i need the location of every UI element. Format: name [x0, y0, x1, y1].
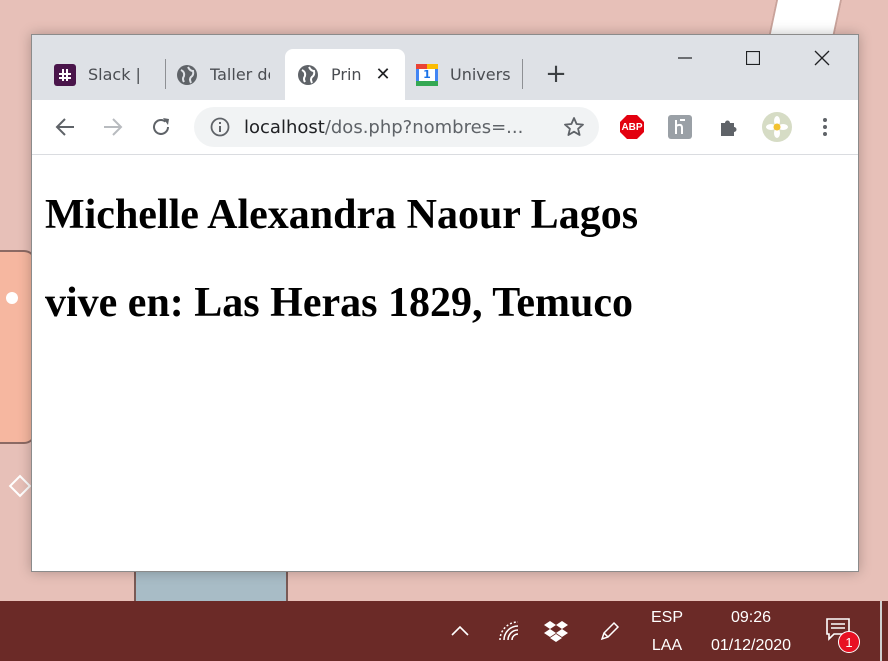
maximize-icon — [746, 51, 760, 65]
taskbar: ESP LAA 09:26 01/12/2020 1 — [0, 601, 888, 661]
desktop-paper-decoration — [767, 0, 843, 38]
calendar-icon-number: 1 — [423, 68, 431, 81]
globe-icon — [176, 64, 198, 86]
url-path: /dos.php?nombres=... — [324, 116, 524, 138]
dropbox-button[interactable] — [544, 619, 568, 643]
close-window-button[interactable] — [799, 43, 845, 73]
tab-label: Slack | C — [88, 65, 144, 84]
reload-icon — [153, 118, 169, 135]
adblock-extension-button[interactable]: ABP — [617, 112, 647, 142]
address-bar[interactable]: localhost/dos.php?nombres=... — [194, 107, 599, 147]
arrow-left-icon — [55, 118, 74, 136]
heading-address: vive en: Las Heras 1829, Temuco — [45, 280, 633, 326]
tab-label: Univers — [450, 65, 510, 84]
minimize-button[interactable] — [662, 43, 708, 73]
pen-menu-button[interactable] — [598, 619, 622, 643]
wifi-icon — [499, 621, 519, 641]
extension-icon — [668, 115, 692, 139]
notification-badge: 1 — [838, 631, 860, 653]
page-content: Michelle Alexandra Naour Lagos vive en: … — [32, 155, 858, 571]
url-host: localhost — [244, 116, 325, 138]
calendar-icon: 1 — [416, 63, 438, 86]
info-icon[interactable] — [210, 117, 230, 137]
browser-window: Slack | C Taller de Prin ✕ — [31, 34, 859, 572]
tab-strip: Slack | C Taller de Prin ✕ — [32, 35, 858, 100]
close-icon — [814, 50, 830, 66]
clock-date[interactable]: 01/12/2020 — [700, 637, 802, 655]
heading-name: Michelle Alexandra Naour Lagos — [45, 192, 639, 238]
show-desktop-edge[interactable] — [880, 601, 882, 661]
dropbox-icon — [544, 621, 568, 642]
pen-icon — [600, 621, 620, 641]
minimize-icon — [678, 57, 692, 59]
extension-button[interactable] — [665, 112, 695, 142]
tab-taller[interactable]: Taller de — [176, 49, 286, 100]
tab-active[interactable]: Prin ✕ — [285, 49, 405, 100]
globe-icon — [297, 64, 319, 86]
extensions-puzzle-button[interactable] — [714, 112, 744, 142]
desktop-sparkle-decoration — [8, 474, 32, 498]
kebab-menu-icon — [823, 118, 827, 136]
slack-icon — [54, 63, 76, 86]
menu-button[interactable] — [810, 112, 840, 142]
tab-separator — [165, 59, 166, 89]
chevron-up-icon — [451, 625, 469, 636]
network-button[interactable] — [497, 619, 521, 643]
language-indicator-top[interactable]: ESP — [646, 609, 688, 627]
reload-button[interactable] — [146, 112, 176, 142]
avatar-flower-icon — [762, 112, 792, 142]
new-tab-button[interactable]: + — [544, 59, 568, 89]
profile-avatar[interactable] — [762, 112, 792, 142]
browser-toolbar: localhost/dos.php?nombres=... ABP — [32, 100, 858, 155]
tab-slack[interactable]: Slack | C — [54, 49, 164, 100]
language-indicator-bottom[interactable]: LAA — [646, 637, 688, 655]
maximize-button[interactable] — [730, 43, 776, 73]
close-tab-icon[interactable]: ✕ — [373, 64, 393, 85]
bookmark-star-icon[interactable] — [563, 116, 585, 142]
arrow-right-icon — [104, 118, 123, 136]
tab-univers[interactable]: 1 Univers — [416, 49, 526, 100]
back-button[interactable] — [50, 112, 80, 142]
tab-label: Taller de — [210, 65, 270, 84]
show-hidden-icons-button[interactable] — [448, 619, 472, 643]
tab-label: Prin — [331, 65, 362, 84]
clock-time[interactable]: 09:26 — [700, 609, 802, 627]
url-text: localhost/dos.php?nombres=... — [244, 117, 544, 138]
puzzle-icon — [721, 120, 737, 136]
tab-separator — [522, 59, 523, 89]
forward-button[interactable] — [98, 112, 128, 142]
adblock-label: ABP — [621, 121, 643, 133]
